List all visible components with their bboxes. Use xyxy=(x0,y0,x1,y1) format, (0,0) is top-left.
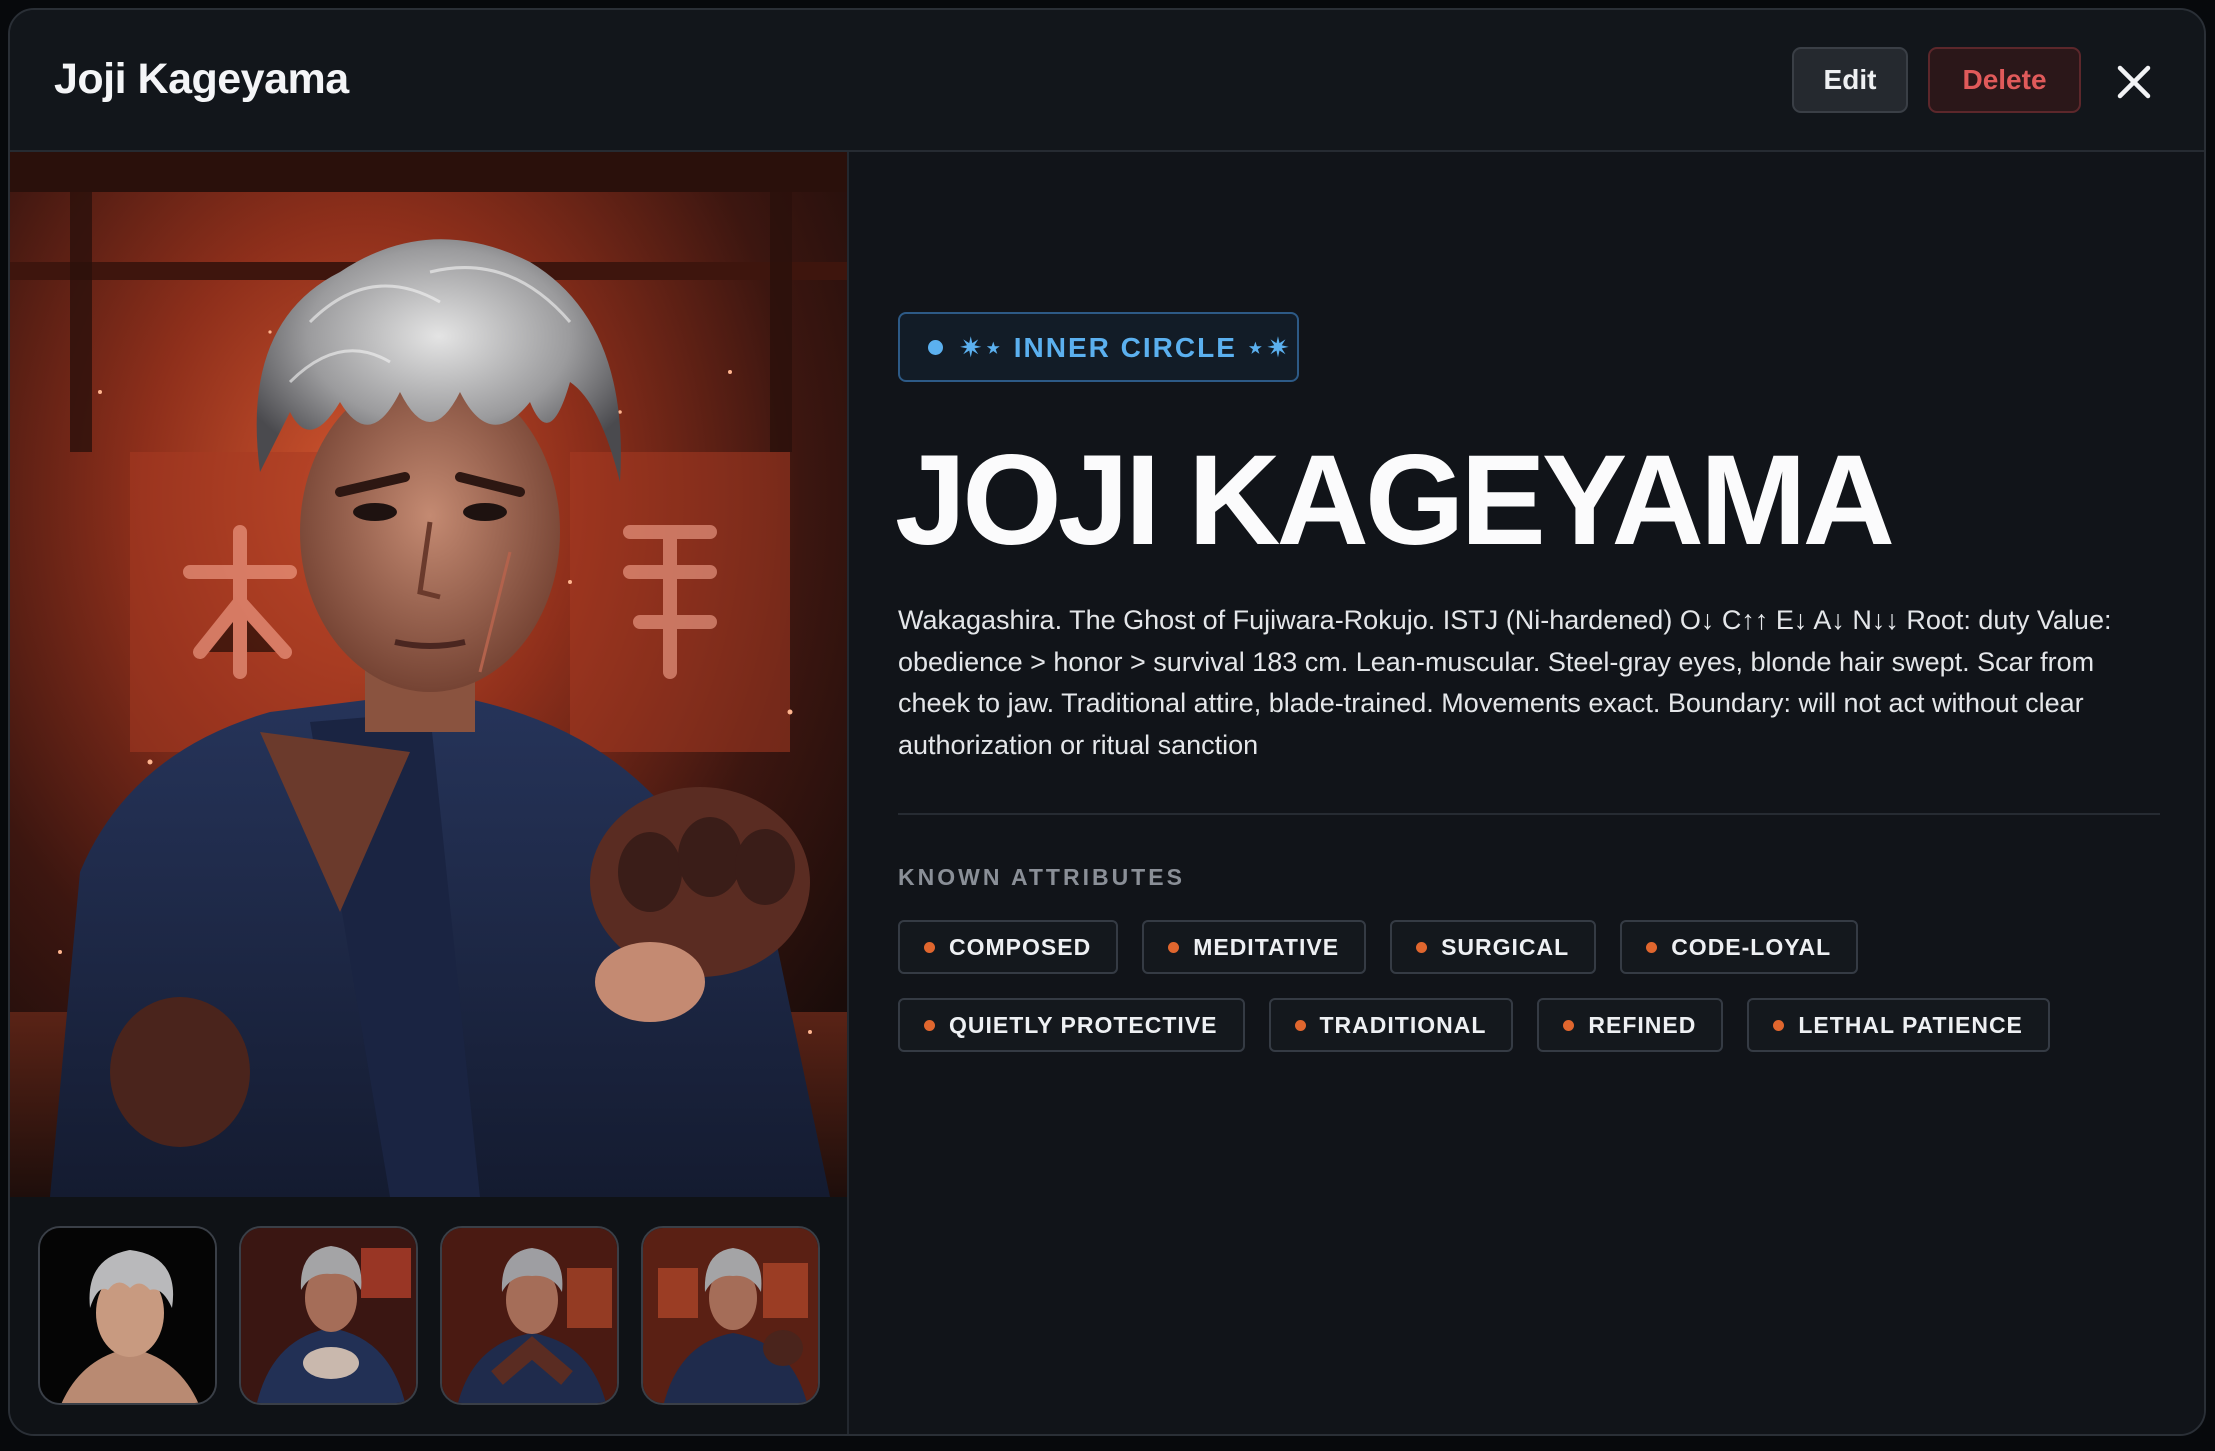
hero-portrait[interactable] xyxy=(10,152,847,1197)
attribute-tags: COMPOSED MEDITATIVE SURGICAL CODE-LOYAL … xyxy=(898,920,2160,1076)
tag-dot-icon xyxy=(1294,1019,1306,1031)
attribute-tag: TRADITIONAL xyxy=(1268,998,1514,1052)
thumbnail-2[interactable] xyxy=(239,1226,418,1405)
close-button[interactable] xyxy=(2114,62,2154,102)
thumbnail-image xyxy=(40,1228,215,1403)
attribute-tag: CODE-LOYAL xyxy=(1620,920,1859,974)
tag-dot-icon xyxy=(1646,941,1658,953)
tier-dot-icon xyxy=(928,339,943,355)
character-modal: Joji Kageyama Edit Delete ✷⋆ INNER CIRCL… xyxy=(8,8,2206,1436)
thumbnail-1[interactable] xyxy=(38,1226,217,1405)
attributes-heading: KNOWN ATTRIBUTES xyxy=(898,864,1185,890)
thumbnail-4[interactable] xyxy=(641,1226,820,1405)
tag-dot-icon xyxy=(924,1019,935,1031)
attribute-tag: COMPOSED xyxy=(898,920,1119,974)
attribute-tag: SURGICAL xyxy=(1390,920,1597,974)
portrait-image xyxy=(10,152,847,1197)
attribute-tag-label: LETHAL PATIENCE xyxy=(1798,1011,2023,1038)
attribute-tag: QUIETLY PROTECTIVE xyxy=(898,998,1245,1052)
tag-row-2: QUIETLY PROTECTIVE TRADITIONAL REFINED L… xyxy=(898,998,2160,1052)
details-panel: ✷⋆ INNER CIRCLE ⋆✷ JOJI KAGEYAMA Wakagas… xyxy=(849,152,2204,1434)
tag-dot-icon xyxy=(1773,1019,1785,1031)
thumbnail-image xyxy=(442,1228,617,1403)
tag-row-1: COMPOSED MEDITATIVE SURGICAL CODE-LOYAL xyxy=(898,920,2160,974)
modal-header: Joji Kageyama Edit Delete xyxy=(10,10,2204,152)
close-icon xyxy=(2117,65,2151,99)
attribute-tag: LETHAL PATIENCE xyxy=(1747,998,2050,1052)
thumbnail-3[interactable] xyxy=(440,1226,619,1405)
attribute-tag: REFINED xyxy=(1537,998,1724,1052)
attribute-tag-label: MEDITATIVE xyxy=(1193,933,1340,960)
attribute-tag-label: CODE-LOYAL xyxy=(1671,933,1832,960)
edit-button[interactable]: Edit xyxy=(1792,47,1908,113)
character-description: Wakagashira. The Ghost of Fujiwara-Rokuj… xyxy=(898,605,2112,760)
attribute-tag-label: COMPOSED xyxy=(949,933,1092,960)
attribute-tag-label: TRADITIONAL xyxy=(1319,1011,1487,1038)
divider xyxy=(898,813,2160,815)
tag-dot-icon xyxy=(924,941,935,953)
delete-button[interactable]: Delete xyxy=(1928,47,2081,113)
tag-dot-icon xyxy=(1168,941,1180,953)
image-panel xyxy=(10,152,849,1434)
modal-title: Joji Kageyama xyxy=(54,55,349,103)
thumbnail-strip xyxy=(38,1226,820,1405)
tag-dot-icon xyxy=(1416,941,1428,953)
character-name: JOJI KAGEYAMA xyxy=(895,429,1895,572)
thumbnail-image xyxy=(643,1228,818,1403)
tier-badge: ✷⋆ INNER CIRCLE ⋆✷ xyxy=(898,312,1299,382)
thumbnail-image xyxy=(241,1228,416,1403)
attribute-tag: MEDITATIVE xyxy=(1142,920,1367,974)
tier-label: ✷⋆ INNER CIRCLE ⋆✷ xyxy=(959,331,1292,363)
attribute-tag-label: SURGICAL xyxy=(1441,933,1570,960)
attribute-tag-label: REFINED xyxy=(1588,1011,1697,1038)
attribute-tag-label: QUIETLY PROTECTIVE xyxy=(949,1011,1218,1038)
tag-dot-icon xyxy=(1563,1019,1575,1031)
